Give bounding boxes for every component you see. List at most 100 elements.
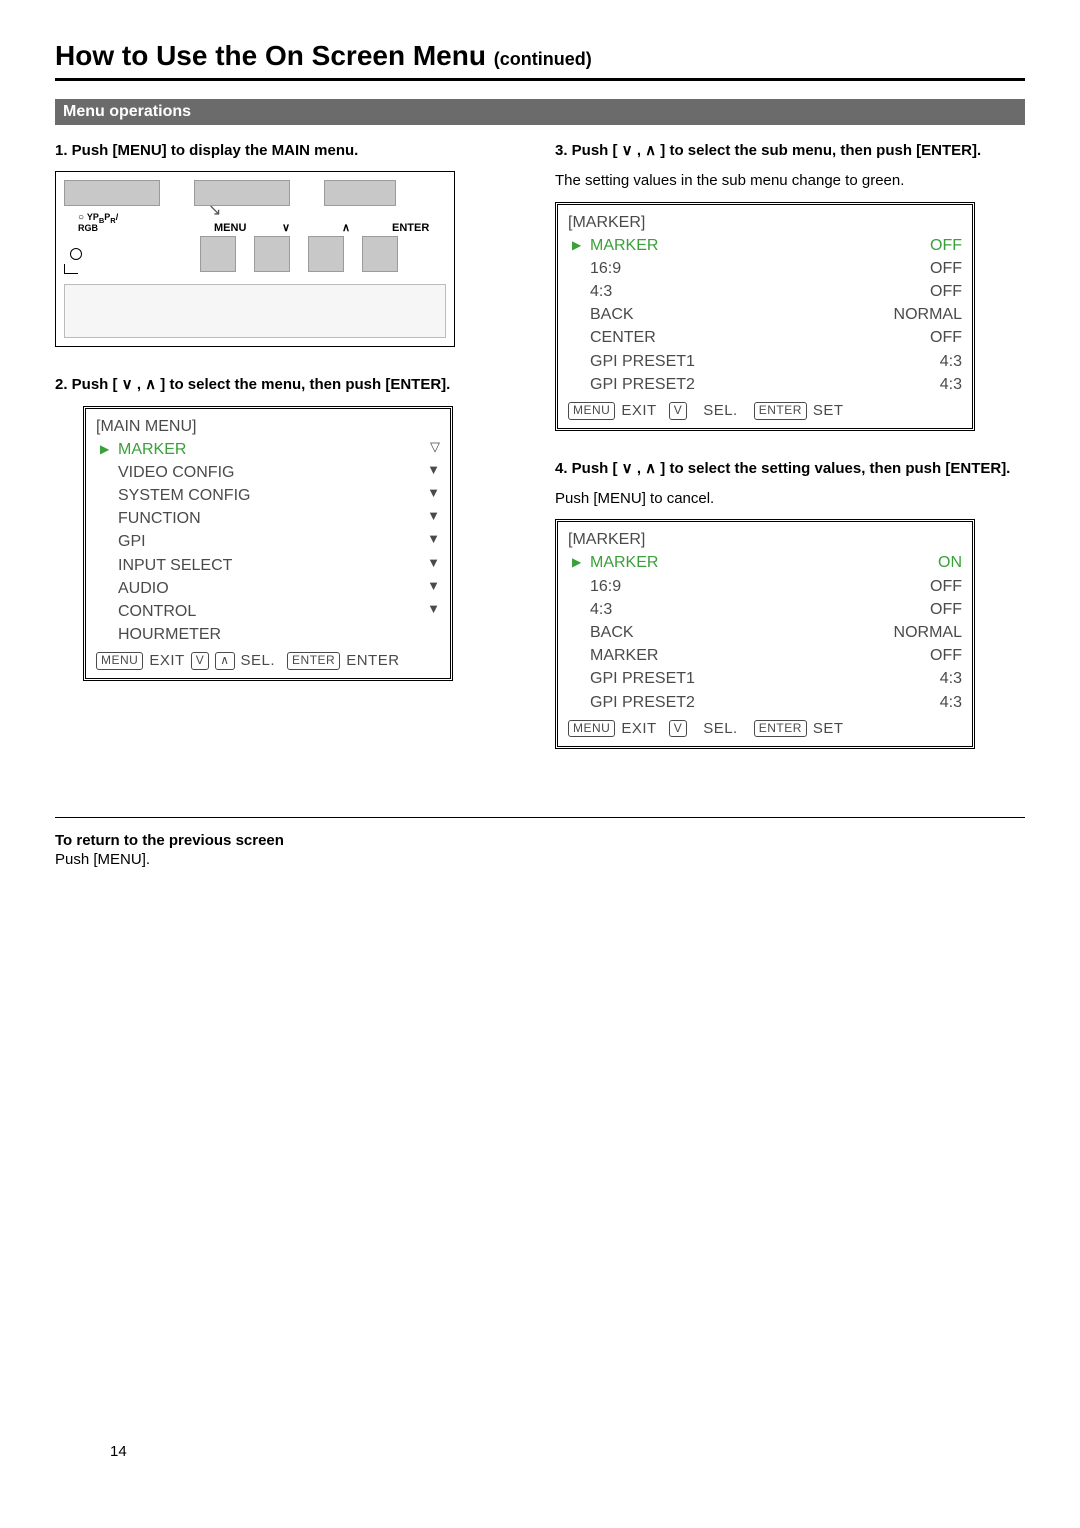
menu-button[interactable]: [200, 236, 236, 272]
submenu-row[interactable]: CENTEROFF: [568, 326, 962, 349]
row-value: ON: [938, 551, 962, 574]
panel-notch-icon: [64, 264, 78, 274]
menu-item[interactable]: AUDIO▼: [96, 577, 440, 600]
row-label: BACK: [590, 303, 634, 326]
down-symbol: ∨: [282, 221, 290, 234]
row-value: OFF: [930, 598, 962, 621]
triangle-down-icon: ▼: [427, 461, 440, 484]
step1-heading: 1. Push [MENU] to display the MAIN menu.: [55, 141, 525, 161]
submenu-row[interactable]: GPI PRESET14:3: [568, 350, 962, 373]
osd-footer: MENU EXIT V ∧ SEL. ENTER ENTER: [96, 646, 440, 672]
menu-key-icon: MENU: [96, 652, 143, 670]
step3-body: The setting values in the sub menu chang…: [555, 171, 1025, 191]
panel-bottom-area: [64, 284, 446, 338]
submenu-row[interactable]: MARKEROFF: [568, 234, 962, 257]
menu-label: MENU: [214, 222, 246, 234]
menu-item-label: MARKER: [118, 438, 186, 461]
enter-key-icon: ENTER: [754, 720, 807, 738]
step4-body: Push [MENU] to cancel.: [555, 489, 1025, 509]
footer-exit-label: EXIT: [149, 650, 184, 672]
menu-item[interactable]: HOURMETER: [96, 623, 440, 646]
row-label: BACK: [590, 621, 634, 644]
osd-title: [MARKER]: [568, 211, 962, 234]
panel-slot: [324, 180, 396, 206]
up-symbol: ∧: [342, 221, 350, 234]
triangle-down-icon: ▼: [427, 507, 440, 530]
marker-menu-a-osd: [MARKER] MARKEROFF 16:9OFF 4:3OFF BACKNO…: [555, 202, 975, 431]
menu-item-marker[interactable]: MARKER ▽: [96, 438, 440, 461]
submenu-row[interactable]: BACKNORMAL: [568, 621, 962, 644]
menu-item[interactable]: VIDEO CONFIG▼: [96, 461, 440, 484]
footer-exit-label: EXIT: [621, 718, 656, 740]
triangle-down-icon: ▼: [427, 484, 440, 507]
enter-key-icon: ENTER: [287, 652, 340, 670]
osd-title: [MAIN MENU]: [96, 415, 440, 438]
footer-enter-label: ENTER: [346, 650, 399, 672]
submenu-row[interactable]: 4:3 OFF: [568, 280, 962, 303]
submenu-row[interactable]: MARKER OFF: [568, 644, 962, 667]
menu-item-label: INPUT SELECT: [118, 554, 232, 577]
submenu-row[interactable]: GPI PRESET24:3: [568, 691, 962, 714]
triangle-down-icon: ▼: [427, 530, 440, 553]
menu-item-label: FUNCTION: [118, 507, 201, 530]
row-label: 4:3: [590, 280, 612, 303]
step2-heading: 2. Push [ ∨ , ∧ ] to select the menu, th…: [55, 375, 525, 395]
triangle-down-icon: ▼: [427, 554, 440, 577]
page-title: How to Use the On Screen Menu (continued…: [55, 40, 1025, 72]
submenu-row[interactable]: GPI PRESET1 4:3: [568, 667, 962, 690]
up-key-icon: ∧: [215, 652, 234, 670]
down-button[interactable]: [254, 236, 290, 272]
footer-set-label: SET: [813, 718, 844, 740]
row-value: 4:3: [940, 350, 962, 373]
menu-item[interactable]: INPUT SELECT ▼: [96, 554, 440, 577]
menu-item[interactable]: CONTROL▼: [96, 600, 440, 623]
right-column: 3. Push [ ∨ , ∧ ] to select the sub menu…: [555, 141, 1025, 777]
v-key-icon: V: [669, 720, 688, 738]
row-value: OFF: [930, 257, 962, 280]
up-button[interactable]: [308, 236, 344, 272]
left-column: 1. Push [MENU] to display the MAIN menu.…: [55, 141, 525, 777]
row-value: 4:3: [940, 667, 962, 690]
step3-heading: 3. Push [ ∨ , ∧ ] to select the sub menu…: [555, 141, 1025, 161]
menu-item[interactable]: FUNCTION ▼: [96, 507, 440, 530]
enter-button[interactable]: [362, 236, 398, 272]
row-label: GPI PRESET1: [590, 667, 695, 690]
section-bar: Menu operations: [55, 99, 1025, 125]
osd-footer: MENU EXIT V SEL. ENTER SET: [568, 714, 962, 740]
submenu-row[interactable]: 4:3 OFF: [568, 598, 962, 621]
row-value: NORMAL: [894, 303, 962, 326]
menu-key-icon: MENU: [568, 402, 615, 420]
footer-sel-label: SEL.: [241, 650, 276, 672]
row-label: 4:3: [590, 598, 612, 621]
row-label: 16:9: [590, 575, 621, 598]
row-value: OFF: [930, 280, 962, 303]
panel-label-row: ○ YPBPR/RGB MENU ∨ ∧ ENTER: [64, 212, 446, 234]
submenu-row[interactable]: BACK NORMAL: [568, 303, 962, 326]
footer-sel-label: SEL.: [703, 400, 738, 422]
title-rule: [55, 78, 1025, 81]
menu-item-label: GPI: [118, 530, 146, 553]
divider: [55, 817, 1025, 818]
submenu-row[interactable]: 16:9 OFF: [568, 257, 962, 280]
submenu-row[interactable]: 16:9OFF: [568, 575, 962, 598]
submenu-row[interactable]: GPI PRESET24:3: [568, 373, 962, 396]
row-value: OFF: [930, 326, 962, 349]
osd-title: [MARKER]: [568, 528, 962, 551]
menu-item[interactable]: GPI ▼: [96, 530, 440, 553]
row-label: GPI PRESET2: [590, 691, 695, 714]
enter-key-icon: ENTER: [754, 402, 807, 420]
title-main: How to Use the On Screen Menu: [55, 40, 494, 71]
row-label: MARKER: [590, 234, 658, 257]
marker-menu-b-osd: [MARKER] MARKERON 16:9OFF 4:3OFF BACKNOR…: [555, 519, 975, 748]
submenu-row[interactable]: MARKERON: [568, 551, 962, 574]
triangle-down-icon: ▼: [427, 600, 440, 623]
v-key-icon: V: [191, 652, 210, 670]
row-label: MARKER: [590, 644, 658, 667]
menu-item[interactable]: SYSTEM CONFIG▼: [96, 484, 440, 507]
row-value: 4:3: [940, 373, 962, 396]
main-menu-osd: [MAIN MENU] MARKER ▽ VIDEO CONFIG▼ SYSTE…: [83, 406, 453, 682]
footer-sel-label: SEL.: [703, 718, 738, 740]
row-label: 16:9: [590, 257, 621, 280]
rgb-label: ○ YPBPR/RGB: [78, 213, 118, 234]
row-value: OFF: [930, 644, 962, 667]
